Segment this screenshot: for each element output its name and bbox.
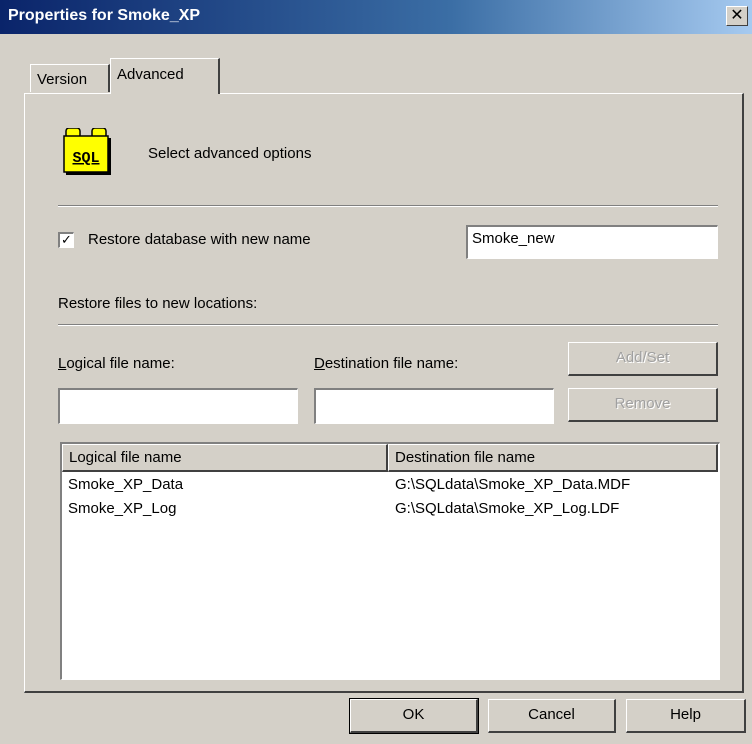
logical-file-name-label: Logical file name: <box>58 355 175 372</box>
destination-file-name-input[interactable] <box>314 388 554 424</box>
separator-middle <box>58 324 718 326</box>
close-button[interactable]: ✕ <box>726 6 748 26</box>
table-row[interactable]: Smoke_XP_Log G:\SQLdata\Smoke_XP_Log.LDF <box>62 500 718 522</box>
destination-file-name-label: Destination file name: <box>314 355 459 372</box>
column-header-logical[interactable]: Logical file name <box>62 444 388 472</box>
tab-advanced[interactable]: Advanced <box>110 58 220 94</box>
restore-new-name-label[interactable]: Restore database with new name <box>88 231 311 248</box>
logical-file-name-input[interactable] <box>58 388 298 424</box>
row-destination-path: G:\SQLdata\Smoke_XP_Log.LDF <box>395 500 620 517</box>
row-destination-path: G:\SQLdata\Smoke_XP_Data.MDF <box>395 476 631 493</box>
properties-dialog: Properties for Smoke_XP ✕ Version Advanc… <box>0 0 752 744</box>
remove-button[interactable]: Remove <box>568 388 718 422</box>
row-logical-name: Smoke_XP_Data <box>68 476 184 493</box>
title-bar[interactable]: Properties for Smoke_XP ✕ <box>0 0 752 34</box>
new-database-name-input[interactable]: Smoke_new <box>466 225 718 259</box>
file-list[interactable]: Logical file name Destination file name … <box>60 442 720 680</box>
sql-database-icon: SQL <box>62 127 112 176</box>
tab-version[interactable]: Version <box>30 64 110 92</box>
row-logical-name: Smoke_XP_Log <box>68 500 177 517</box>
header-caption: Select advanced options <box>148 145 312 162</box>
relocate-section-label: Restore files to new locations: <box>58 295 258 312</box>
restore-new-name-checkbox[interactable]: ✓ <box>58 232 74 248</box>
help-button[interactable]: Help <box>626 699 746 733</box>
table-row[interactable]: Smoke_XP_Data G:\SQLdata\Smoke_XP_Data.M… <box>62 476 718 498</box>
column-header-destination[interactable]: Destination file name <box>388 444 718 472</box>
cancel-button[interactable]: Cancel <box>488 699 616 733</box>
sql-icon-text: SQL <box>72 150 99 167</box>
ok-button[interactable]: OK <box>349 698 479 734</box>
separator-top <box>58 205 718 207</box>
file-list-header: Logical file name Destination file name <box>62 444 718 472</box>
add-set-button[interactable]: Add/Set <box>568 342 718 376</box>
window-title: Properties for Smoke_XP <box>8 7 201 24</box>
